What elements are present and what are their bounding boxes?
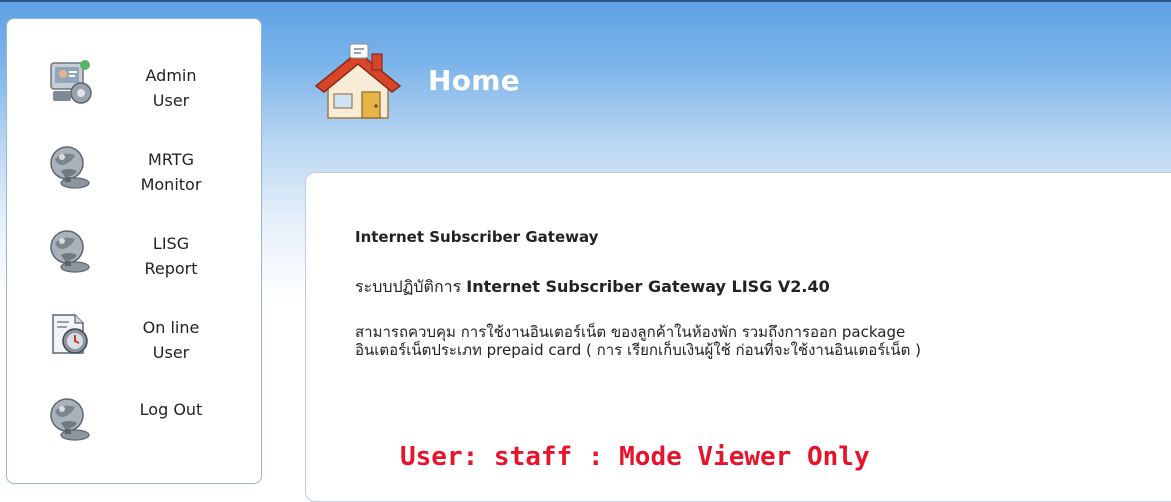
sidebar: Admin User MRTG Monitor LISG Report On l…: [6, 18, 262, 484]
admin-user-icon: [50, 60, 92, 104]
sidebar-item-admin-user[interactable]: Admin User: [7, 49, 261, 127]
system-name: Internet Subscriber Gateway LISG V2.40: [466, 277, 830, 296]
log-out-icon: [50, 398, 90, 441]
user-mode-notice: User: staff : Mode Viewer Only: [400, 442, 870, 472]
content-heading: Internet Subscriber Gateway: [355, 228, 599, 246]
sidebar-item-log-out[interactable]: Log Out: [7, 385, 261, 463]
sidebar-item-mrtg-monitor[interactable]: MRTG Monitor: [7, 133, 261, 211]
sidebar-item-label: LISG Report: [144, 234, 198, 278]
mrtg-monitor-icon: [50, 146, 90, 189]
sidebar-item-label: Log Out: [139, 400, 203, 419]
system-description: สามารถควบคุม การใช้งานอินเตอร์เน็ต ของลู…: [355, 323, 922, 359]
sidebar-item-lisg-report[interactable]: LISG Report: [7, 217, 261, 295]
home-icon: [314, 43, 402, 119]
sidebar-item-label: On line User: [142, 318, 200, 362]
lisg-report-icon: [50, 230, 90, 273]
sidebar-item-label: MRTG Monitor: [140, 150, 202, 194]
system-prefix: ระบบปฏิบัติการ: [355, 277, 467, 296]
sidebar-item-label: Admin User: [145, 66, 197, 110]
sidebar-item-online-user[interactable]: On line User: [7, 301, 261, 379]
online-user-icon: [52, 314, 88, 354]
system-info: ระบบปฏิบัติการ Internet Subscriber Gatew…: [355, 275, 830, 300]
page-title: Home: [428, 64, 521, 97]
